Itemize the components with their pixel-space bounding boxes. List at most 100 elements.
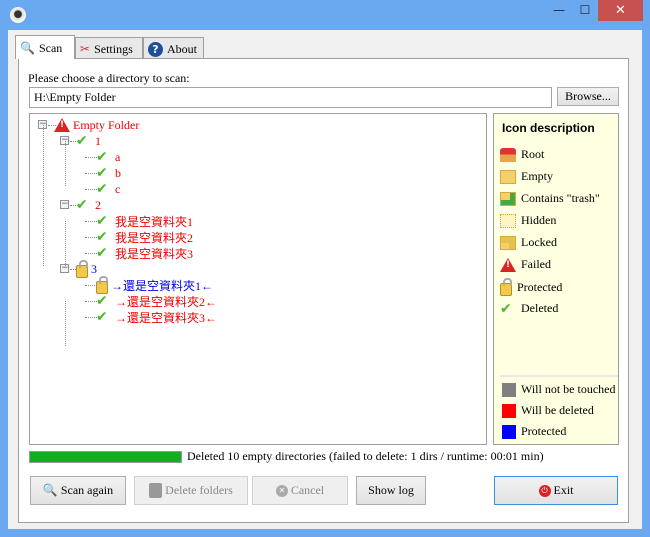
delete-folders-button[interactable]: Delete folders: [134, 476, 248, 505]
tree-node[interactable]: ✔ b: [96, 165, 121, 181]
button-label: Exit: [553, 483, 574, 497]
icon-legend: Icon description Root Empty Contains "tras…: [493, 113, 619, 445]
legend-item: Failed: [500, 257, 551, 272]
tree-node[interactable]: →還是空資料夾1←: [96, 275, 213, 294]
warning-icon: [500, 257, 516, 272]
legend-item: Root: [500, 147, 544, 162]
progress-fill: [30, 452, 181, 462]
check-icon: ✔: [96, 181, 108, 197]
tree-line: [65, 141, 66, 186]
color-legend-item: Will be deleted: [502, 403, 594, 418]
folder-icon: [500, 169, 516, 184]
legend-item: Protected: [500, 278, 563, 296]
button-label: Scan again: [60, 483, 114, 497]
tools-icon: ✂: [80, 42, 91, 56]
tab-about[interactable]: ? About: [143, 37, 204, 59]
tab-settings[interactable]: ✂ Settings: [75, 37, 143, 59]
check-icon: ✔: [96, 213, 108, 229]
tab-label: About: [167, 42, 197, 56]
legend-item: Contains "trash": [500, 191, 600, 206]
warning-icon: [54, 118, 70, 132]
tree-node-label: →還是空資料夾3←: [115, 310, 218, 325]
browse-button[interactable]: Browse...: [557, 87, 619, 106]
magnifier-icon: 🔍: [20, 41, 35, 55]
legend-label: Locked: [521, 235, 557, 249]
legend-item: Hidden: [500, 213, 556, 228]
tree-node[interactable]: ✔ 我是空資料夾3: [96, 245, 193, 261]
minimize-button[interactable]: —: [545, 0, 573, 21]
lock-icon: [500, 278, 512, 296]
cancel-icon: ✕: [275, 484, 288, 497]
folder-tree[interactable]: −Empty Folder−✔1✔a✔b✔c−✔2✔我是空資料夾1✔我是空資料夾…: [29, 113, 487, 445]
legend-label: Hidden: [521, 213, 557, 227]
check-icon: ✔: [96, 245, 108, 261]
tree-node[interactable]: ✔ →還是空資料夾3←: [96, 309, 217, 325]
tree-line: [65, 301, 66, 346]
tree-node-label: →還是空資料夾2←: [115, 294, 218, 309]
tab-label: Scan: [38, 41, 63, 55]
power-icon: ⏻: [538, 484, 551, 497]
tab-label: Settings: [94, 42, 133, 56]
collapse-toggle[interactable]: −: [60, 200, 69, 209]
color-legend-item: Protected: [502, 424, 566, 439]
tree-node-label: 3: [91, 261, 97, 276]
tree-node-label: Empty Folder: [73, 117, 140, 132]
check-icon: ✔: [96, 309, 108, 325]
tree-line: [65, 221, 66, 266]
check-icon: ✔: [500, 300, 512, 317]
check-icon: ✔: [76, 197, 88, 213]
magnifier-icon: 🔍: [42, 483, 58, 497]
check-icon: ✔: [96, 149, 108, 165]
maximize-button[interactable]: ☐: [572, 0, 598, 21]
button-label: Cancel: [290, 483, 325, 497]
legend-label: Protected: [517, 280, 563, 294]
scan-again-button[interactable]: 🔍 Scan again: [30, 476, 126, 505]
tree-node-label: c: [115, 181, 121, 196]
locked-folder-icon: [500, 235, 516, 250]
tree-node[interactable]: ✔ 我是空資料夾2: [96, 229, 193, 245]
directory-input[interactable]: H:\Empty Folder: [29, 87, 552, 108]
tree-node-label: 我是空資料夾3: [115, 246, 194, 261]
check-icon: ✔: [96, 165, 108, 181]
tab-scan[interactable]: 🔍 Scan: [15, 35, 75, 59]
tree-node[interactable]: ✔ 我是空資料夾1: [96, 213, 193, 229]
tree-node[interactable]: ✔ c: [96, 181, 120, 197]
legend-title: Icon description: [502, 121, 595, 135]
tree-node[interactable]: ✔ a: [96, 149, 120, 165]
check-icon: ✔: [76, 133, 88, 149]
tree-node[interactable]: 3: [76, 259, 97, 278]
folder-trash-icon: [500, 191, 516, 206]
color-legend-item: Will not be touched: [502, 382, 616, 397]
app-icon: [10, 7, 26, 23]
check-icon: ✔: [96, 229, 108, 245]
show-log-button[interactable]: Show log: [356, 476, 426, 505]
tree-node-label: 1: [95, 133, 101, 148]
hidden-folder-icon: [500, 213, 516, 228]
legend-separator: [500, 375, 618, 377]
tree-node[interactable]: ✔ 2: [76, 197, 101, 213]
exit-button[interactable]: ⏻ Exit: [494, 476, 618, 505]
legend-label: Will not be touched: [521, 382, 616, 396]
color-swatch: [502, 403, 516, 418]
tree-line: [43, 125, 44, 266]
tree-node-label: 我是空資料夾2: [115, 230, 194, 245]
tree-node-label: b: [115, 165, 121, 180]
home-icon: [500, 147, 516, 162]
tree-node[interactable]: ✔ 1: [76, 133, 101, 149]
directory-label: Please choose a directory to scan:: [28, 71, 190, 85]
legend-label: Protected: [521, 424, 567, 438]
tree-node-label: 2: [95, 197, 101, 212]
tree-node[interactable]: Empty Folder: [54, 117, 139, 133]
legend-item: ✔ Deleted: [500, 301, 558, 316]
status-text: Deleted 10 empty directories (failed to …: [187, 449, 544, 463]
progress-bar: [29, 451, 182, 463]
close-button[interactable]: ✕: [598, 0, 643, 21]
help-icon: ?: [148, 42, 163, 57]
cancel-button[interactable]: ✕ Cancel: [252, 476, 348, 505]
legend-item: Locked: [500, 235, 557, 250]
trash-icon: [149, 483, 163, 498]
legend-label: Contains "trash": [521, 191, 600, 205]
legend-item: Empty: [500, 169, 553, 184]
tree-node[interactable]: ✔ →還是空資料夾2←: [96, 293, 217, 309]
color-swatch: [502, 382, 516, 397]
